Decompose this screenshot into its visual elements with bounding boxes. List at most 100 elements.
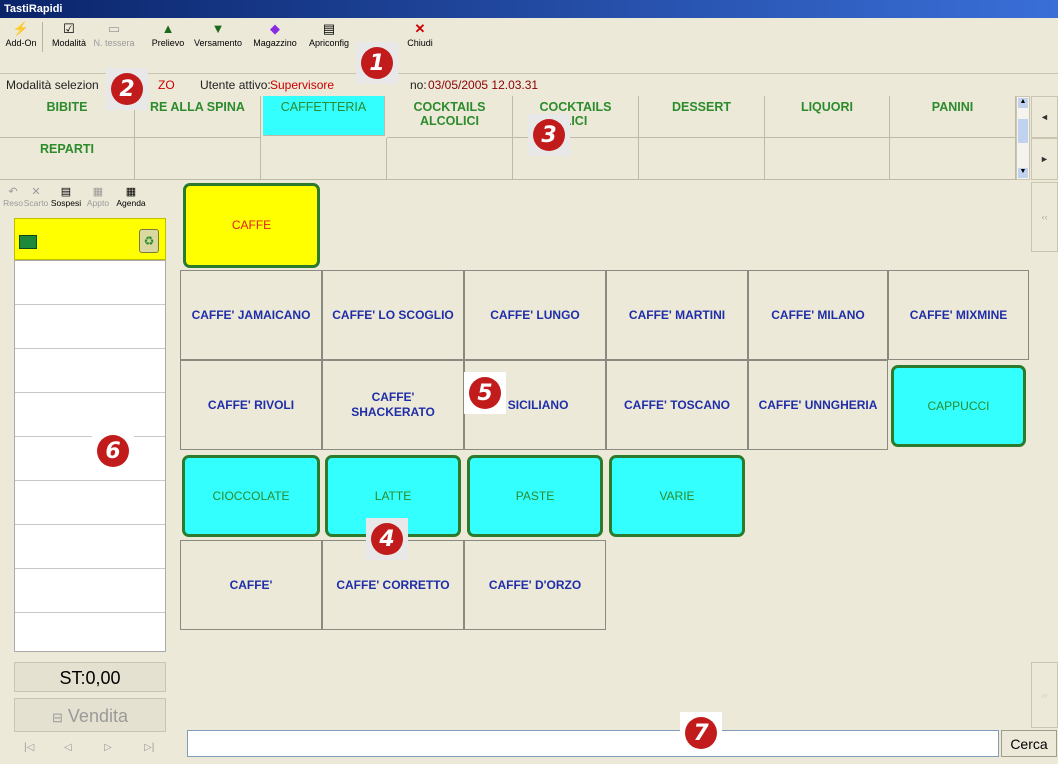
double-chevron-right-icon: ›› [1041, 690, 1048, 700]
config-icon: ▤ [322, 21, 336, 36]
category-next-button[interactable]: ► [1031, 138, 1058, 180]
mode-value: ZO [158, 78, 175, 92]
category-empty [261, 138, 387, 180]
chiudi-label: Chiudi [407, 38, 433, 48]
search-input[interactable] [187, 730, 999, 757]
category-empty [387, 138, 513, 180]
chiudi-button[interactable]: ✕ Chiudi [400, 18, 440, 62]
list-row-divider [15, 568, 165, 569]
arrow-up-icon: ▲ [161, 21, 175, 36]
sale-button[interactable]: ⊟ Vendita [14, 698, 166, 732]
addon-label: Add-On [5, 38, 37, 48]
category-liquori[interactable]: LIQUORI [765, 96, 890, 138]
subtotal-display: ST:0,00 [14, 662, 166, 692]
product-caffe-lungo[interactable]: CAFFE' LUNGO [464, 270, 606, 360]
callout-number: 3 [533, 119, 565, 151]
user-label: Utente attivo: [200, 78, 271, 92]
sale-label: Vendita [67, 706, 128, 726]
suspended-icon: ▤ [60, 186, 72, 198]
arrow-left-icon: ◄ [1040, 112, 1049, 122]
receipt-header: ♻ [14, 218, 166, 260]
category-empty [135, 138, 261, 180]
product-caffe-milano[interactable]: CAFFE' MILANO [748, 270, 888, 360]
first-record-button[interactable]: |◁ [24, 742, 34, 753]
appointment-icon: ▦ [92, 186, 104, 198]
category-caffetteria[interactable]: CAFFETTERIA [263, 96, 385, 136]
list-row-divider [15, 348, 165, 349]
product-caffe-martini[interactable]: CAFFE' MARTINI [606, 270, 748, 360]
category-birre-alla-spina[interactable]: RE ALLA SPINA [135, 96, 261, 138]
toolbar-separator [42, 22, 43, 52]
callout-marker: 1 [356, 42, 398, 84]
category-prev-button[interactable]: ◄ [1031, 96, 1058, 138]
close-icon: ✕ [414, 21, 426, 36]
reso-button[interactable]: ↶ Reso [3, 186, 23, 208]
sospesi-button[interactable]: ▤ Sospesi [50, 186, 82, 208]
reso-label: Reso [3, 198, 23, 208]
calculator-icon[interactable] [19, 235, 37, 249]
expand-button[interactable]: ›› [1031, 662, 1058, 728]
addon-button[interactable]: ⚡ Add-On [4, 18, 38, 62]
window-title-bar: TastiRapidi [0, 0, 1058, 18]
product-cioccolate-folder[interactable]: CIOCCOLATE [182, 455, 320, 537]
prev-record-button[interactable]: ◁ [64, 742, 72, 753]
product-caffe-folder[interactable]: CAFFE [183, 183, 320, 268]
discard-icon: ✕ [31, 186, 41, 198]
callout-marker: 2 [106, 68, 148, 110]
product-caffe-unngheria[interactable]: CAFFE' UNNGHERIA [748, 360, 888, 450]
collapse-button[interactable]: ‹‹ [1031, 182, 1058, 252]
product-caffe-lo-scoglio[interactable]: CAFFE' LO SCOGLIO [322, 270, 464, 360]
scarto-button[interactable]: ✕ Scarto [23, 186, 49, 208]
product-caffe-dorzo[interactable]: CAFFE' D'ORZO [464, 540, 606, 630]
product-caffe-mixmine[interactable]: CAFFE' MIXMINE [888, 270, 1029, 360]
prelievo-button[interactable]: ▲ Prelievo [146, 18, 190, 62]
category-cocktails-alcolici[interactable]: COCKTAILS ALCOLICI [387, 96, 513, 138]
recycle-bin-icon[interactable]: ♻ [139, 229, 159, 253]
versamento-label: Versamento [193, 38, 243, 48]
product-caffe-shackerato[interactable]: CAFFE' SHACKERATO [322, 360, 464, 450]
list-row-divider [15, 480, 165, 481]
product-cappucci-folder[interactable]: CAPPUCCI [891, 365, 1026, 447]
window-title: TastiRapidi [4, 3, 63, 15]
category-empty [890, 138, 1016, 180]
search-button[interactable]: Cerca [1001, 730, 1057, 757]
callout-marker: 5 [464, 372, 506, 414]
product-caffe-toscano[interactable]: CAFFE' TOSCANO [606, 360, 748, 450]
scroll-up-icon[interactable]: ▲ [1018, 98, 1028, 108]
scarto-label: Scarto [23, 198, 49, 208]
category-reparti[interactable]: REPARTI [0, 138, 135, 180]
category-scrollbar[interactable]: ▲ ▼ [1016, 96, 1030, 180]
product-caffe[interactable]: CAFFE' [180, 540, 322, 630]
last-record-button[interactable]: ▷| [144, 742, 154, 753]
modalita-label: Modalità [51, 38, 87, 48]
callout-marker: 7 [680, 712, 722, 754]
receipt-list[interactable] [14, 260, 166, 652]
prelievo-label: Prelievo [151, 38, 185, 48]
scroll-thumb[interactable] [1018, 119, 1028, 143]
list-row-divider [15, 436, 165, 437]
list-row-divider [15, 524, 165, 525]
magazzino-button[interactable]: ◆ Magazzino [252, 18, 298, 62]
product-paste-folder[interactable]: PASTE [467, 455, 603, 537]
apriconfig-button[interactable]: ▤ Apriconfig [306, 18, 352, 62]
callout-number: 1 [361, 47, 393, 79]
mode-label: Modalità selezion [6, 78, 99, 92]
callout-marker: 4 [366, 518, 408, 560]
category-panini[interactable]: PANINI [890, 96, 1016, 138]
versamento-button[interactable]: ▼ Versamento [192, 18, 244, 62]
callout-marker: 3 [528, 114, 570, 156]
user-value: Supervisore [270, 78, 335, 92]
category-dessert[interactable]: DESSERT [639, 96, 765, 138]
n-tessera-button[interactable]: ▭ N. tessera [92, 18, 136, 62]
callout-number: 6 [97, 435, 129, 467]
callout-number: 2 [111, 73, 143, 105]
product-caffe-rivoli[interactable]: CAFFE' RIVOLI [180, 360, 322, 450]
next-record-button[interactable]: ▷ [104, 742, 112, 753]
appto-button[interactable]: ▦ Appto [84, 186, 112, 208]
agenda-button[interactable]: ▦ Agenda [114, 186, 148, 208]
product-varie-folder[interactable]: VARIE [609, 455, 745, 537]
scroll-down-icon[interactable]: ▼ [1018, 168, 1028, 178]
modalita-button[interactable]: ☑ Modalità [48, 18, 90, 62]
product-caffe-jamaicano[interactable]: CAFFE' JAMAICANO [180, 270, 322, 360]
callout-number: 7 [685, 717, 717, 749]
